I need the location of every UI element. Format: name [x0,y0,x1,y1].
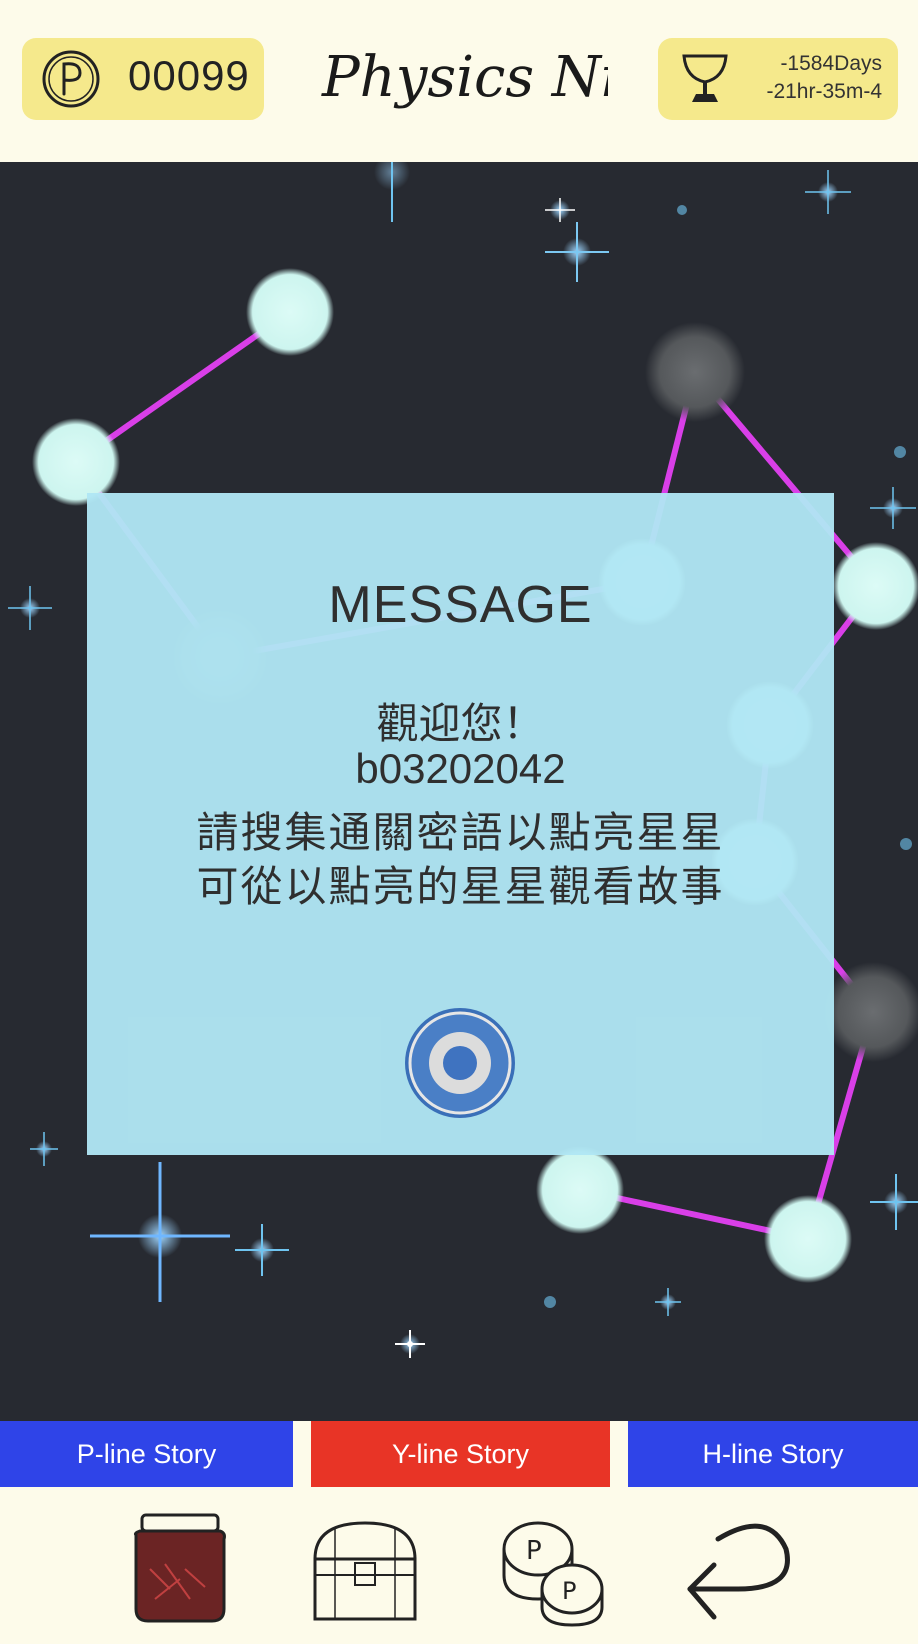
star-node-dim[interactable] [823,962,918,1062]
coin-count: 00099 [128,52,250,99]
twinkle-star [870,487,916,529]
twinkle-star [894,446,906,458]
twinkle-star [395,1330,425,1358]
twinkle-star [30,1132,58,1166]
top-bar: 00099 Physics Night -1584Days -21hr-35m-… [0,0,918,162]
jar-icon[interactable] [120,1509,240,1629]
p-coin-icon [42,50,100,108]
coins-icon[interactable]: P P [492,1509,612,1629]
star-node[interactable] [246,268,334,356]
dialog-title: MESSAGE [328,576,593,634]
twinkle-star [8,586,52,630]
trophy-icon [682,54,728,102]
svg-text:P: P [562,1577,576,1605]
twinkle-star [235,1224,289,1276]
twinkle-star [545,198,575,222]
star-node[interactable] [764,1195,852,1283]
app-title: Physics Night [321,45,608,110]
back-arrow-icon[interactable] [678,1509,798,1629]
countdown-timer: -1584Days -21hr-35m-4 [658,38,898,120]
twinkle-star [374,162,410,222]
tab-y-line-story[interactable]: Y-line Story [311,1421,610,1487]
twinkle-star [677,205,687,215]
story-hint-text: 可從以點亮的星星觀看故事 [196,863,725,910]
twinkle-star [90,1162,230,1302]
coin-counter: 00099 [22,38,264,120]
twinkle-star [655,1288,681,1316]
timer-days: -1584Days [780,52,882,75]
star-node[interactable] [536,1146,624,1234]
welcome-text: 觀迎您！ [376,700,545,747]
user-id: b03202042 [355,745,566,792]
svg-text:P: P [526,1536,542,1566]
twinkle-star [544,1296,556,1308]
story-tabs: P-line Story Y-line Story H-line Story [0,1421,918,1487]
confirm-button[interactable] [404,1007,516,1119]
star-node[interactable] [832,542,918,630]
timer-hours: -21hr-35m-4 [766,80,882,103]
treasure-chest-icon[interactable] [305,1509,425,1629]
twinkle-star [870,1174,918,1230]
twinkle-star [900,838,912,850]
star-node-dim[interactable] [645,322,745,422]
twinkle-star [805,170,851,214]
bottom-toolbar: P P [0,1487,918,1644]
tab-p-line-story[interactable]: P-line Story [0,1421,293,1487]
physics-night-logo: Physics Night [321,45,608,110]
message-dialog: MESSAGE 觀迎您！ b03202042 請搜集通關密語以點亮星星 可從以點… [87,493,834,1155]
tab-h-line-story[interactable]: H-line Story [628,1421,918,1487]
instruction-text: 請搜集通關密語以點亮星星 [196,809,725,856]
twinkle-star [545,222,609,282]
